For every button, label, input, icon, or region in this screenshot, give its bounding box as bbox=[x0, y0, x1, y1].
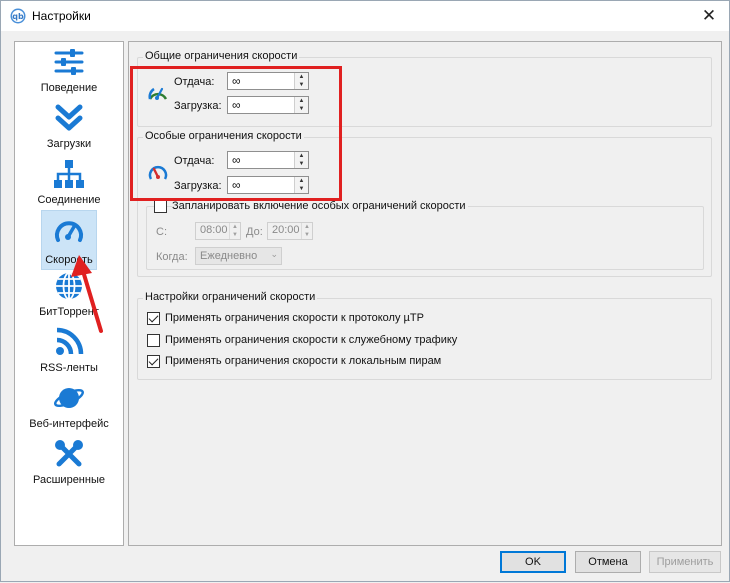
from-time-value: 08:00 bbox=[200, 224, 228, 236]
sidebar-item-webui[interactable]: Веб-интерфейс bbox=[15, 380, 123, 436]
lan-limit-label: Применять ограничения скорости к локальн… bbox=[165, 355, 442, 367]
sidebar-item-connection[interactable]: Соединение bbox=[15, 156, 123, 212]
sidebar-item-advanced[interactable]: Расширенные bbox=[15, 436, 123, 492]
sidebar-item-label: Поведение bbox=[40, 82, 98, 94]
spin-up-icon[interactable]: ▲ bbox=[302, 223, 312, 231]
sidebar-item-label: Загрузки bbox=[46, 138, 92, 150]
to-time-spinbox[interactable]: 20:00 ▲ ▼ bbox=[267, 222, 313, 240]
sidebar-item-downloads[interactable]: Загрузки bbox=[15, 100, 123, 156]
spin-arrows[interactable]: ▲ ▼ bbox=[301, 223, 312, 239]
sidebar-item-label: Расширенные bbox=[33, 474, 105, 486]
window-title: Настройки bbox=[32, 9, 91, 23]
svg-text:qb: qb bbox=[12, 12, 24, 21]
when-value: Ежедневно bbox=[200, 250, 258, 262]
ok-button[interactable]: OK bbox=[500, 551, 566, 573]
spin-down-icon[interactable]: ▼ bbox=[302, 231, 312, 239]
to-label: До: bbox=[246, 226, 263, 238]
settings-sidebar: Поведение Загрузки Соединение Скорость Б… bbox=[14, 41, 124, 546]
rss-icon bbox=[53, 326, 85, 358]
spin-down-icon[interactable]: ▼ bbox=[230, 231, 240, 239]
qbittorrent-logo-icon: qb bbox=[10, 8, 26, 24]
overhead-limit-checkbox[interactable] bbox=[147, 334, 160, 347]
global-limits-title: Общие ограничения скорости bbox=[143, 50, 300, 62]
speedometer-icon bbox=[53, 216, 85, 248]
overhead-limit-label: Применять ограничения скорости к служебн… bbox=[165, 334, 458, 346]
utp-limit-checkbox[interactable] bbox=[147, 312, 160, 325]
sidebar-item-bittorrent[interactable]: БитТоррент bbox=[15, 268, 123, 324]
network-icon bbox=[53, 158, 85, 190]
schedule-label: Запланировать включение особых ограничен… bbox=[172, 200, 468, 212]
spin-arrows[interactable]: ▲ ▼ bbox=[229, 223, 240, 239]
sidebar-item-behavior[interactable]: Поведение bbox=[15, 44, 123, 100]
sidebar-item-label: Соединение bbox=[37, 194, 101, 206]
settings-window: qb Настройки ✕ Поведение Загрузки Соедин… bbox=[0, 0, 730, 582]
when-label: Когда: bbox=[156, 251, 188, 263]
spin-up-icon[interactable]: ▲ bbox=[230, 223, 240, 231]
planet-icon bbox=[53, 382, 85, 414]
sidebar-item-label: Скорость bbox=[45, 254, 93, 266]
sliders-icon bbox=[53, 46, 85, 78]
lan-limit-checkbox[interactable] bbox=[147, 355, 160, 368]
from-time-spinbox[interactable]: 08:00 ▲ ▼ bbox=[195, 222, 241, 240]
limit-settings-title: Настройки ограничений скорости bbox=[143, 291, 318, 303]
sidebar-item-label: Веб-интерфейс bbox=[29, 418, 109, 430]
sidebar-item-label: RSS-ленты bbox=[40, 362, 98, 374]
title-bar: qb Настройки ✕ bbox=[1, 1, 729, 31]
apply-button[interactable]: Применить bbox=[649, 551, 721, 573]
schedule-checkbox[interactable] bbox=[154, 200, 167, 213]
to-time-value: 20:00 bbox=[272, 224, 300, 236]
sidebar-item-speed[interactable]: Скорость bbox=[15, 210, 123, 270]
highlight-box bbox=[130, 66, 342, 201]
globe-icon bbox=[53, 270, 85, 302]
utp-limit-label: Применять ограничения скорости к протоко… bbox=[165, 312, 424, 324]
when-select[interactable]: Ежедневно ⌄ bbox=[195, 247, 282, 265]
double-chevron-down-icon bbox=[53, 102, 85, 134]
chevron-down-icon: ⌄ bbox=[270, 249, 278, 259]
sidebar-item-label: БитТоррент bbox=[39, 306, 99, 318]
from-label: С: bbox=[156, 226, 167, 238]
sidebar-item-rss[interactable]: RSS-ленты bbox=[15, 324, 123, 380]
close-button[interactable]: ✕ bbox=[689, 1, 729, 31]
tools-icon bbox=[53, 438, 85, 470]
cancel-button[interactable]: Отмена bbox=[575, 551, 641, 573]
